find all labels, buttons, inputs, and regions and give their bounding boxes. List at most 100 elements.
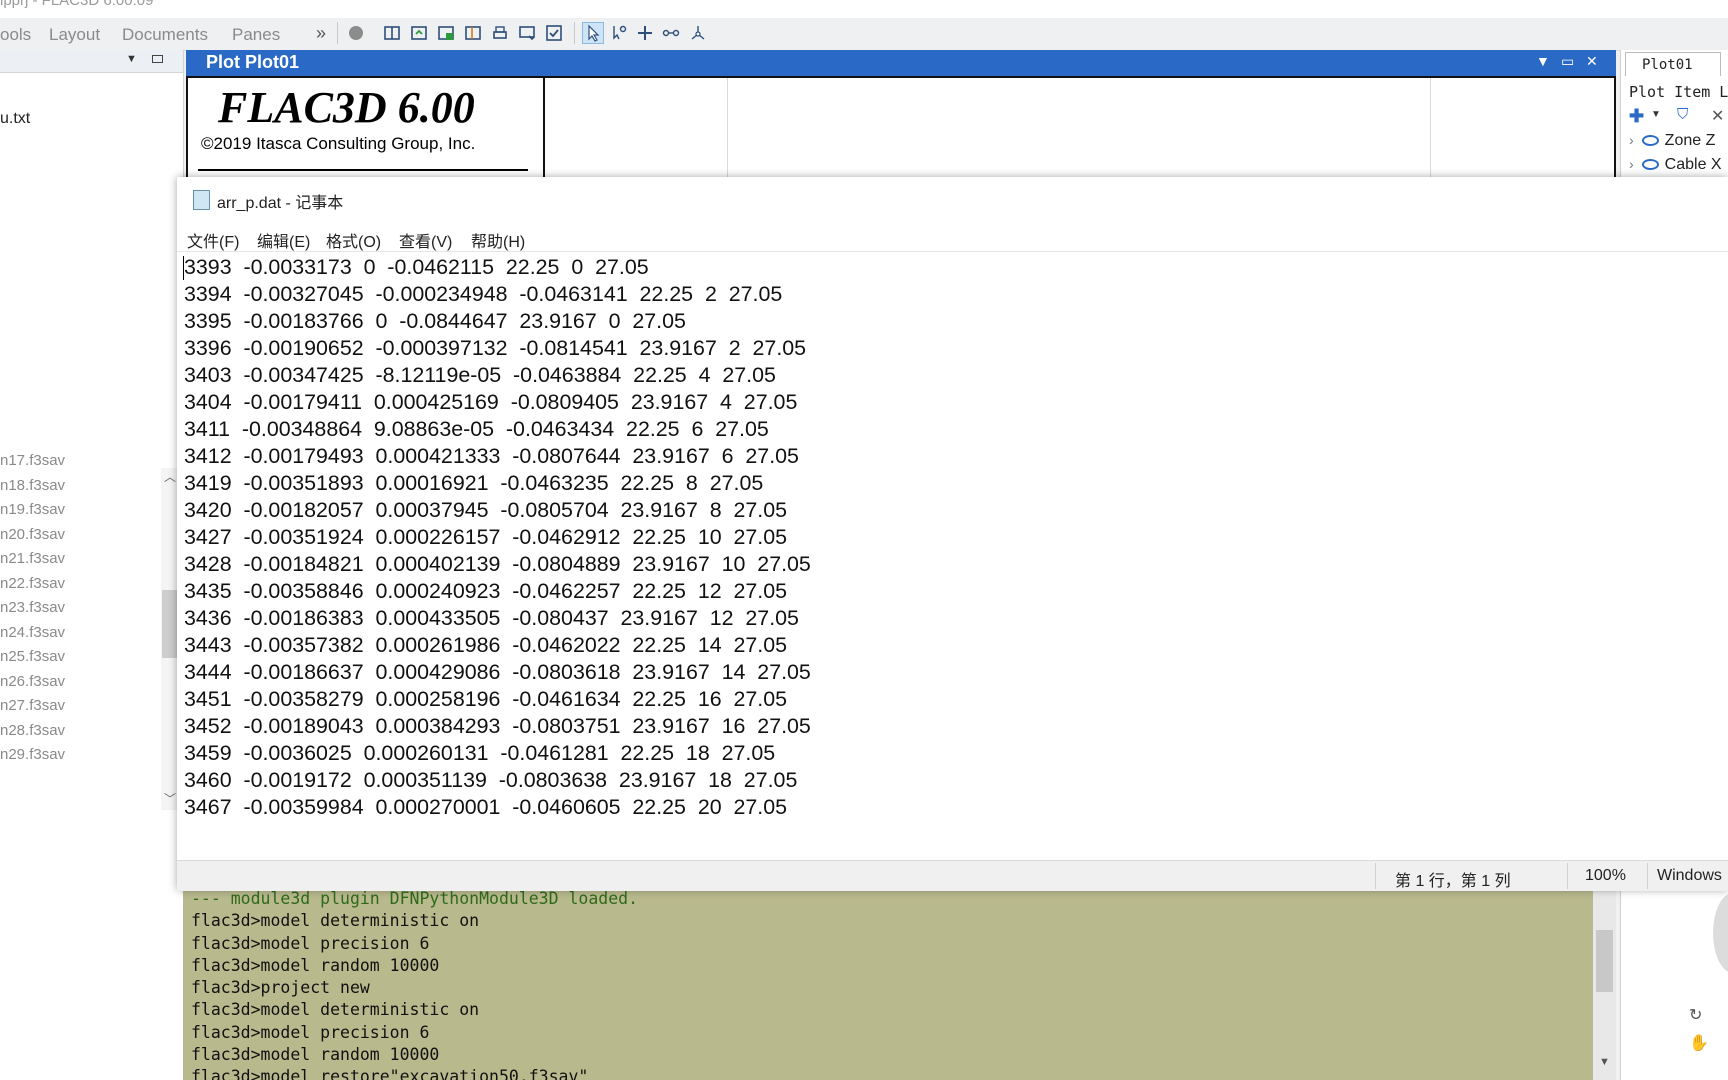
flac3d-logo-box: FLAC3D 6.00 ©2019 Itasca Consulting Grou… [188, 78, 545, 181]
add-item-icon[interactable]: ✚ [1629, 106, 1644, 127]
plot-item-cable[interactable]: › Cable X [1629, 156, 1722, 174]
project-file-item[interactable]: u.txt [0, 110, 30, 128]
list-item[interactable]: n24.f3sav [0, 624, 160, 649]
text-line: 3452 -0.00189043 0.000384293 -0.0803751 … [184, 714, 811, 738]
zoom-level: 100% [1585, 867, 1626, 884]
list-item[interactable]: n20.f3sav [0, 526, 160, 551]
tab-plot01[interactable]: Plot01 [1625, 52, 1721, 76]
print-icon[interactable] [490, 23, 510, 43]
text-line: 3412 -0.00179493 0.000421333 -0.0807644 … [184, 444, 799, 468]
list-item[interactable]: n29.f3sav [0, 746, 160, 771]
menu-layout[interactable]: Layout [49, 25, 100, 45]
list-item[interactable]: n23.f3sav [0, 599, 160, 624]
list-item[interactable]: n17.f3sav [0, 452, 160, 477]
layout-icon[interactable] [382, 23, 402, 43]
notepad-menu-bar: 文件(F) 编辑(E) 格式(O) 查看(V) 帮助(H) [177, 223, 1728, 251]
menu-edit[interactable]: 编辑(E) [257, 228, 310, 252]
console-line: flac3d>model random 10000 [191, 955, 440, 975]
notepad-title: arr_p.dat - 记事本 [217, 195, 344, 212]
status-separator [1567, 863, 1568, 889]
command-console[interactable]: --- module3d plugin DFNPythonModule3D lo… [183, 888, 1593, 1080]
text-line: 3443 -0.00357382 0.000261986 -0.0462022 … [184, 633, 788, 657]
plot-dropdown-icon[interactable]: ▼ [1536, 53, 1550, 69]
logo-title: FLAC3D 6.00 [218, 83, 475, 132]
chevron-right-icon[interactable]: › [1629, 132, 1634, 148]
chevron-down-icon[interactable]: ▼ [1651, 109, 1661, 120]
text-line: 3396 -0.00190652 -0.000397132 -0.0814541… [184, 336, 807, 360]
text-line: 3393 -0.0033173 0 -0.0462115 22.25 0 27.… [184, 255, 649, 279]
list-item[interactable]: n26.f3sav [0, 673, 160, 698]
console-line: flac3d>model precision 6 [191, 1022, 430, 1042]
status-separator [1647, 863, 1648, 889]
text-line: 3403 -0.00347425 -8.12119e-05 -0.0463884… [184, 363, 776, 387]
eye-icon[interactable] [1641, 135, 1659, 147]
chevron-right-icon[interactable]: › [1629, 156, 1634, 172]
menu-view[interactable]: 查看(V) [399, 228, 452, 252]
scrollbar-thumb[interactable] [1596, 930, 1613, 992]
menu-format[interactable]: 格式(O) [326, 228, 381, 252]
console-line: flac3d>model precision 6 [191, 933, 430, 953]
chevron-down-icon[interactable]: ▼ [1599, 1056, 1610, 1068]
text-line: 3420 -0.00182057 0.00037945 -0.0805704 2… [184, 498, 788, 522]
eye-icon[interactable] [1641, 159, 1659, 171]
menu-overflow-button[interactable]: » [316, 23, 326, 44]
plot-item-zone[interactable]: › Zone Z [1629, 132, 1715, 150]
list-item[interactable]: n21.f3sav [0, 550, 160, 575]
console-scrollbar[interactable]: ▼ [1593, 888, 1616, 1080]
plot-restore-icon[interactable]: ▭ [1561, 53, 1574, 70]
list-item[interactable]: n28.f3sav [0, 722, 160, 747]
text-line: 3394 -0.00327045 -0.000234948 -0.0463141… [184, 282, 783, 306]
panel-dropdown-icon[interactable]: ▼ [126, 53, 137, 65]
save-plot-icon[interactable] [436, 23, 456, 43]
list-item[interactable]: n18.f3sav [0, 477, 160, 502]
axes-icon[interactable] [688, 23, 708, 43]
delete-icon[interactable]: ✕ [1711, 106, 1724, 126]
chevron-down-icon[interactable]: ﹀ [164, 790, 176, 807]
probe-icon[interactable] [609, 23, 629, 43]
pointer-icon[interactable] [582, 22, 604, 44]
console-line: flac3d>model deterministic on [191, 911, 480, 931]
view-control-ball[interactable] [1713, 893, 1728, 973]
chevron-up-icon[interactable]: ︿ [164, 468, 176, 485]
panel-minimize-icon[interactable] [152, 55, 163, 63]
menu-documents[interactable]: Documents [122, 25, 208, 45]
measure-icon[interactable] [661, 23, 681, 43]
notepad-text-area[interactable]: 3393 -0.0033173 0 -0.0462115 22.25 0 27.… [177, 251, 1728, 825]
save-list-scrollbar[interactable]: ︿ ﹀ [161, 468, 178, 810]
menu-tools[interactable]: ools [0, 25, 31, 45]
notepad-title-bar[interactable]: arr_p.dat - 记事本 [177, 177, 1728, 223]
menu-panes[interactable]: Panes [232, 25, 280, 45]
move-icon[interactable] [635, 23, 655, 43]
text-line: 3427 -0.00351924 0.000226157 -0.0462912 … [184, 525, 788, 549]
hand-icon[interactable]: ✋ [1689, 1033, 1709, 1053]
plot-close-icon[interactable]: ✕ [1586, 53, 1598, 70]
circle-icon[interactable] [346, 23, 366, 43]
text-line: 3428 -0.00184821 0.000402139 -0.0804889 … [184, 552, 811, 576]
list-item[interactable]: n25.f3sav [0, 648, 160, 673]
split-icon[interactable] [463, 23, 483, 43]
plot-item-list-label: Plot Item L [1629, 83, 1728, 101]
check-icon[interactable] [544, 23, 564, 43]
list-item[interactable]: n27.f3sav [0, 697, 160, 722]
scrollbar-thumb[interactable] [162, 590, 177, 658]
logo-copyright: ©2019 Itasca Consulting Group, Inc. [201, 134, 476, 153]
toolbar-separator [574, 22, 575, 44]
list-item[interactable]: n19.f3sav [0, 501, 160, 526]
text-line: 3436 -0.00186383 0.000433505 -0.080437 2… [184, 606, 799, 630]
text-line: 3404 -0.00179411 0.000425169 -0.0809405 … [184, 390, 798, 414]
text-line: 3395 -0.00183766 0 -0.0844647 23.9167 0 … [184, 309, 686, 333]
export-icon[interactable] [517, 23, 537, 43]
notepad-window: arr_p.dat - 记事本 文件(F) 编辑(E) 格式(O) 查看(V) … [177, 177, 1728, 891]
filter-icon[interactable]: ⛉ [1677, 106, 1688, 123]
menu-bar: ools Layout Documents Panes » [0, 18, 1728, 51]
plot-item-label: Zone Z [1664, 132, 1716, 149]
menu-file[interactable]: 文件(F) [187, 228, 239, 252]
divider [198, 169, 528, 171]
menu-help[interactable]: 帮助(H) [471, 228, 525, 252]
plot-title: Plot Plot01 [206, 52, 300, 72]
refresh-icon[interactable] [409, 23, 429, 43]
list-item[interactable]: n22.f3sav [0, 575, 160, 600]
rotate-icon[interactable]: ↻ [1689, 1005, 1702, 1025]
plot-item-label: Cable X [1664, 156, 1722, 173]
console-line: flac3d>project new [191, 978, 370, 998]
